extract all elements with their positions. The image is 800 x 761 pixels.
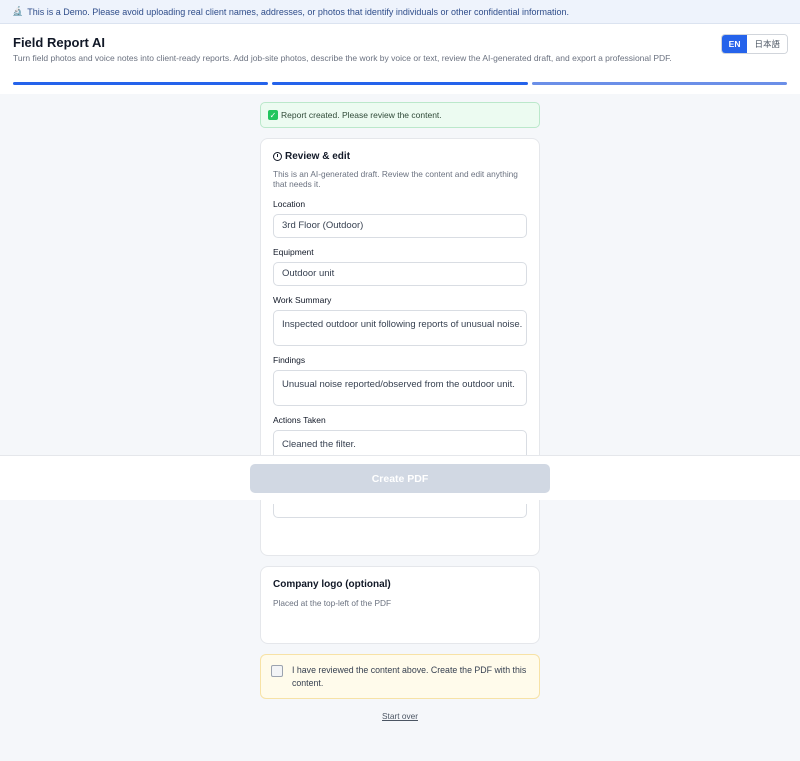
step-bar-2	[272, 82, 528, 85]
location-label: Location	[273, 198, 306, 209]
location-input[interactable]: 3rd Floor (Outdoor)	[273, 213, 527, 238]
success-text: Report created. Please review the conten…	[281, 110, 442, 120]
clock-icon	[273, 152, 282, 161]
demo-banner: 🔬 This is a Demo. Please avoid uploading…	[0, 0, 800, 24]
logo-title: Company logo (optional)	[273, 579, 391, 590]
success-message: ✓ Report created. Please review the cont…	[260, 102, 540, 128]
step-progress	[0, 80, 800, 94]
findings-textarea[interactable]: Unusual noise reported/observed from the…	[273, 369, 527, 406]
confirm-box: I have reviewed the content above. Creat…	[260, 654, 540, 699]
app-title: Field Report AI	[13, 35, 105, 50]
logo-description: Placed at the top-left of the PDF	[273, 598, 392, 608]
work-summary-textarea[interactable]: Inspected outdoor unit following reports…	[273, 309, 527, 346]
language-switch: EN 日本語	[720, 34, 788, 54]
sticky-footer: Create PDF	[0, 455, 800, 500]
create-pdf-button[interactable]: Create PDF	[250, 464, 550, 493]
equipment-input[interactable]: Outdoor unit	[273, 261, 527, 286]
main-column: ✓ Report created. Please review the cont…	[260, 102, 540, 721]
step-bar-3	[532, 82, 787, 85]
additional-field[interactable]	[273, 503, 527, 518]
logo-card: Company logo (optional) Placed at the to…	[260, 566, 540, 644]
review-title: Review & edit	[273, 151, 527, 162]
lang-en-button[interactable]: EN	[721, 35, 748, 53]
start-over-link[interactable]: Start over	[260, 711, 540, 721]
review-description: This is an AI-generated draft. Review th…	[273, 169, 518, 189]
confirm-text[interactable]: I have reviewed the content above. Creat…	[292, 664, 529, 689]
equipment-label: Equipment	[273, 246, 314, 257]
app-subtitle: Turn field photos and voice notes into c…	[13, 53, 672, 63]
demo-banner-text: This is a Demo. Please avoid uploading r…	[27, 6, 570, 17]
microscope-icon: 🔬	[12, 6, 24, 16]
confirm-checkbox[interactable]	[271, 665, 283, 677]
step-bar-1	[13, 82, 268, 85]
actions-taken-label: Actions Taken	[273, 414, 326, 425]
lang-ja-button[interactable]: 日本語	[747, 35, 787, 53]
check-icon: ✓	[268, 110, 278, 120]
findings-label: Findings	[273, 354, 306, 365]
review-title-text: Review & edit	[285, 151, 351, 162]
app-header: Field Report AI Turn field photos and vo…	[0, 24, 800, 80]
work-summary-label: Work Summary	[273, 294, 332, 305]
